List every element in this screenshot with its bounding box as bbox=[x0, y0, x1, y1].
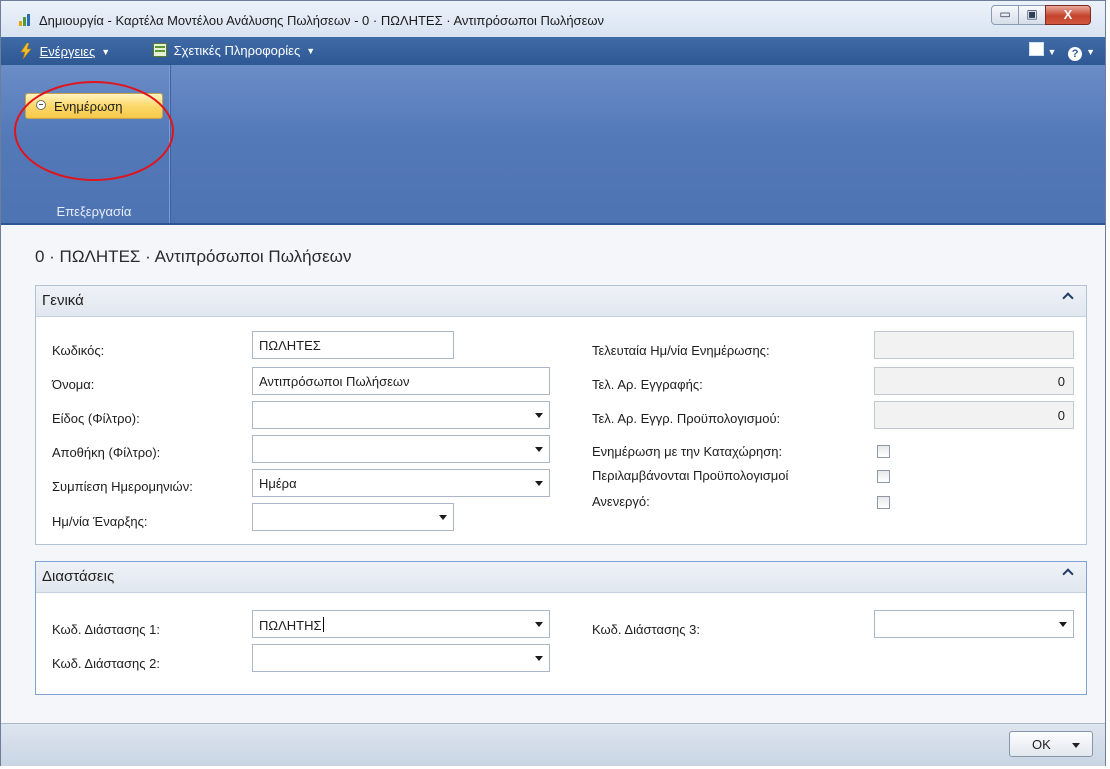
dim1-value: ΠΩΛΗΤΗΣ bbox=[259, 618, 322, 633]
dim2-field[interactable] bbox=[252, 644, 550, 672]
include-budgets-checkbox[interactable] bbox=[877, 470, 890, 483]
actions-menu[interactable]: Ενέργειες ▼ bbox=[19, 42, 111, 60]
date-compression-field[interactable]: Ημέρα bbox=[252, 469, 550, 497]
dropdown-arrow-icon[interactable] bbox=[535, 413, 543, 418]
update-on-posting-label: Ενημέρωση με την Καταχώρηση: bbox=[592, 444, 783, 459]
blocked-label: Ανενεργό: bbox=[592, 494, 650, 509]
last-budget-entry-value: 0 bbox=[1057, 408, 1065, 423]
ribbon: Ενημέρωση Επεξεργασία bbox=[1, 65, 1105, 225]
page-title: 0 · ΠΩΛΗΤΕΣ · Αντιπρόσωποι Πωλήσεων bbox=[35, 247, 352, 266]
update-on-posting-checkbox[interactable] bbox=[877, 445, 890, 458]
ok-button-label: OK bbox=[1032, 737, 1051, 752]
chevron-down-icon[interactable] bbox=[1072, 743, 1080, 748]
update-button[interactable]: Ενημέρωση bbox=[25, 93, 163, 119]
form-content: 0 · ΠΩΛΗΤΕΣ · Αντιπρόσωποι Πωλήσεων Γενι… bbox=[1, 225, 1105, 723]
code-field[interactable]: ΠΩΛΗΤΕΣ bbox=[252, 331, 454, 359]
start-date-field[interactable] bbox=[252, 503, 454, 531]
related-info-icon bbox=[153, 43, 167, 57]
dropdown-arrow-icon[interactable] bbox=[535, 622, 543, 627]
general-section: Γενικά Κωδικός: ΠΩΛΗΤΕΣ Όνομα: Αντιπρόσω… bbox=[35, 285, 1087, 545]
update-icon bbox=[36, 100, 46, 110]
title-bar: Δημιουργία - Καρτέλα Μοντέλου Ανάλυσης Π… bbox=[1, 1, 1105, 38]
chevron-down-icon: ▼ bbox=[101, 47, 111, 57]
item-filter-label: Είδος (Φίλτρο): bbox=[52, 411, 140, 426]
minimize-icon: ▭ bbox=[999, 7, 1011, 21]
dim3-label: Κωδ. Διάστασης 3: bbox=[592, 622, 700, 637]
dialog-window: Δημιουργία - Καρτέλα Μοντέλου Ανάλυσης Π… bbox=[0, 0, 1106, 766]
menu-bar: Ενέργειες ▼ Σχετικές Πληροφορίες ▼ ▼ ? ▼ bbox=[1, 37, 1105, 65]
dropdown-arrow-icon[interactable] bbox=[1059, 622, 1067, 627]
dimensions-section-header[interactable]: Διαστάσεις bbox=[36, 562, 1086, 593]
dimensions-section: Διαστάσεις Κωδ. Διάστασης 1: ΠΩΛΗΤΗΣ Κωδ… bbox=[35, 561, 1087, 695]
last-entry-field: 0 bbox=[874, 367, 1074, 395]
chevron-down-icon[interactable]: ▼ bbox=[1048, 47, 1057, 57]
window-title: Δημιουργία - Καρτέλα Μοντέλου Ανάλυσης Π… bbox=[39, 13, 605, 28]
minimize-button[interactable]: ▭ bbox=[991, 5, 1019, 25]
layout-icon[interactable] bbox=[1028, 42, 1044, 56]
location-filter-label: Αποθήκη (Φίλτρο): bbox=[52, 445, 161, 460]
last-entry-label: Τελ. Αρ. Εγγραφής: bbox=[592, 377, 703, 392]
app-logo-icon bbox=[19, 14, 33, 26]
general-section-header[interactable]: Γενικά bbox=[36, 286, 1086, 317]
ok-button[interactable]: OK bbox=[1009, 731, 1093, 757]
last-budget-entry-field: 0 bbox=[874, 401, 1074, 429]
help-icon[interactable]: ? bbox=[1068, 47, 1083, 61]
dim3-field[interactable] bbox=[874, 610, 1074, 638]
related-info-menu-label: Σχετικές Πληροφορίες bbox=[173, 43, 301, 58]
close-button[interactable]: X bbox=[1045, 5, 1091, 25]
dim1-value-wrap: ΠΩΛΗΤΗΣ bbox=[259, 617, 324, 633]
bottom-bar: OK bbox=[1, 723, 1105, 766]
lightning-icon bbox=[20, 42, 32, 60]
dropdown-arrow-icon[interactable] bbox=[535, 656, 543, 661]
collapse-chevron-icon[interactable] bbox=[1062, 292, 1074, 304]
last-update-field bbox=[874, 331, 1074, 359]
general-section-title: Γενικά bbox=[42, 292, 84, 309]
start-date-label: Ημ/νία Έναρξης: bbox=[52, 514, 148, 529]
update-button-label: Ενημέρωση bbox=[54, 99, 123, 114]
dropdown-arrow-icon[interactable] bbox=[535, 481, 543, 486]
last-update-label: Τελευταία Ημ/νία Ενημέρωσης: bbox=[592, 343, 770, 358]
blocked-checkbox[interactable] bbox=[877, 496, 890, 509]
dim1-field[interactable]: ΠΩΛΗΤΗΣ bbox=[252, 610, 550, 638]
chevron-down-icon: ▼ bbox=[306, 46, 316, 56]
date-compression-label: Συμπίεση Ημερομηνιών: bbox=[52, 479, 193, 494]
code-label: Κωδικός: bbox=[52, 343, 105, 358]
location-filter-field[interactable] bbox=[252, 435, 550, 463]
include-budgets-label: Περιλαμβάνονται Προϋπολογισμοί bbox=[592, 468, 789, 483]
name-label: Όνομα: bbox=[52, 377, 95, 392]
name-value: Αντιπρόσωποι Πωλήσεων bbox=[259, 374, 410, 389]
maximize-icon: ▣ bbox=[1026, 7, 1038, 21]
maximize-button[interactable]: ▣ bbox=[1018, 5, 1046, 25]
collapse-chevron-icon[interactable] bbox=[1062, 568, 1074, 580]
code-value: ΠΩΛΗΤΕΣ bbox=[259, 338, 321, 353]
dim2-label: Κωδ. Διάστασης 2: bbox=[52, 656, 160, 671]
dropdown-arrow-icon[interactable] bbox=[535, 447, 543, 452]
dimensions-section-title: Διαστάσεις bbox=[42, 568, 115, 585]
related-info-menu[interactable]: Σχετικές Πληροφορίες ▼ bbox=[153, 43, 315, 58]
item-filter-field[interactable] bbox=[252, 401, 550, 429]
last-budget-entry-label: Τελ. Αρ. Εγγρ. Προϋπολογισμού: bbox=[592, 411, 781, 426]
dim1-label: Κωδ. Διάστασης 1: bbox=[52, 622, 160, 637]
edit-group: Ενημέρωση Επεξεργασία bbox=[19, 65, 170, 223]
text-cursor bbox=[322, 617, 324, 632]
actions-menu-label: Ενέργειες bbox=[39, 44, 96, 59]
chevron-down-icon[interactable]: ▼ bbox=[1086, 47, 1095, 57]
edit-group-label: Επεξεργασία bbox=[56, 204, 132, 219]
dropdown-arrow-icon[interactable] bbox=[439, 515, 447, 520]
date-compression-value: Ημέρα bbox=[259, 476, 297, 491]
last-entry-value: 0 bbox=[1057, 374, 1065, 389]
close-icon: X bbox=[1063, 7, 1073, 22]
name-field[interactable]: Αντιπρόσωποι Πωλήσεων bbox=[252, 367, 550, 395]
